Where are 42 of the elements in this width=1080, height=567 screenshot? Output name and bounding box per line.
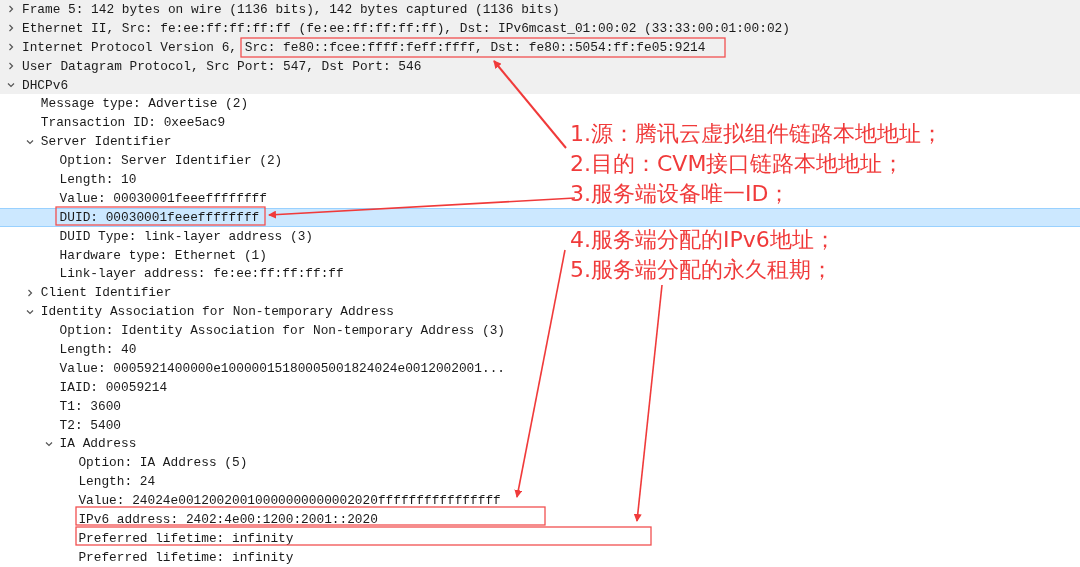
tree-item-label[interactable]: T2: 5400 <box>59 417 122 433</box>
tree-item-label[interactable]: Option: Identity Association for Non-temporary Address (3) <box>59 323 505 339</box>
tree-item-label[interactable]: Ethernet II, Src: fe:ee:ff:ff:ff:ff (fe:ee:ff:ff:ff:ff), Dst: IPv6mcast_01:00:02 (33:33:00:01:00:02) <box>22 20 790 36</box>
tree-item-label[interactable]: Option: Server Identifier (2) <box>59 153 283 169</box>
tree-item-label[interactable]: Preferred lifetime: infinity <box>78 549 294 565</box>
tree-item-label[interactable]: Value: 0005921400000e10000015180005001824024e0012002001... <box>59 360 505 376</box>
tree-item-label[interactable]: Length: 10 <box>59 171 137 187</box>
tree-item-label[interactable]: Length: 40 <box>59 341 137 357</box>
annotation-note: 3.服务端设备唯一ID； <box>570 181 792 207</box>
tree-row[interactable]: DUID: 00030001feeeffffffff <box>0 207 1080 227</box>
tree-item-label[interactable]: Preferred lifetime: infinity <box>78 530 294 546</box>
tree-item-label[interactable]: DUID Type: link-layer address (3) <box>59 228 313 244</box>
annotation-note: 4.服务端分配的IPv6地址； <box>570 227 837 253</box>
chevron-down-icon[interactable] <box>6 80 16 90</box>
tree-item-label[interactable]: Value: 00030001feeeffffffff <box>59 190 267 206</box>
tree-item-label[interactable]: Transaction ID: 0xee5ac9 <box>40 115 226 131</box>
tree-item-label[interactable]: User Datagram Protocol, Src Port: 547, Dst Port: 546 <box>22 58 422 74</box>
tree-item-label[interactable]: T1: 3600 <box>59 398 122 414</box>
tree-item-label[interactable]: Option: IA Address (5) <box>78 455 248 471</box>
annotation-note: 5.服务端分配的永久租期； <box>570 257 834 283</box>
annotation-note: 1.源：腾讯云虚拟组件链路本地地址； <box>570 121 943 147</box>
tree-item-label[interactable]: Frame 5: 142 bytes on wire (1136 bits), 142 bytes captured (1136 bits) <box>22 1 560 17</box>
tree-item-label[interactable]: Link-layer address: fe:ee:ff:ff:ff:ff <box>59 266 344 282</box>
tree-item-label[interactable]: DUID: 00030001feeeffffffff <box>59 209 260 225</box>
tree-item-label[interactable]: Message type: Advertise (2) <box>40 96 249 112</box>
tree-item-label[interactable]: IA Address <box>59 436 137 452</box>
chevron-right-icon[interactable] <box>6 23 16 34</box>
tree-item-label[interactable]: Server Identifier <box>40 134 172 150</box>
tree-item-label[interactable]: Identity Association for Non-temporary Address <box>40 304 395 320</box>
tree-item-label[interactable]: Value: 24024e00120020010000000000002020ffffffffffffffff <box>78 493 501 509</box>
chevron-right-icon[interactable] <box>6 61 16 72</box>
chevron-right-icon[interactable] <box>6 42 16 53</box>
tree-item-label[interactable]: Client Identifier <box>40 285 172 301</box>
tree-item-label[interactable]: Hardware type: Ethernet (1) <box>59 247 267 263</box>
tree-item-label[interactable]: IPv6 address: 2402:4e00:1200:2001::2020 <box>78 512 378 527</box>
tree-item-label[interactable]: Internet Protocol Version 6, Src: fe80::fcee:ffff:feff:ffff, Dst: fe80::5054:ff:fe05:9214 <box>22 39 706 55</box>
annotation-note: 2.目的：CVM接口链路本地地址； <box>570 151 906 177</box>
tree-item-label[interactable]: Length: 24 <box>78 474 156 490</box>
tree-item-label[interactable]: DHCPv6 <box>22 77 69 93</box>
tree-item-label[interactable]: IAID: 00059214 <box>59 379 168 395</box>
chevron-right-icon[interactable] <box>6 4 16 15</box>
tree-row[interactable]: Frame 5: 142 bytes on wire (1136 bits), 142 bytes captured (1136 bits) <box>0 0 1080 19</box>
